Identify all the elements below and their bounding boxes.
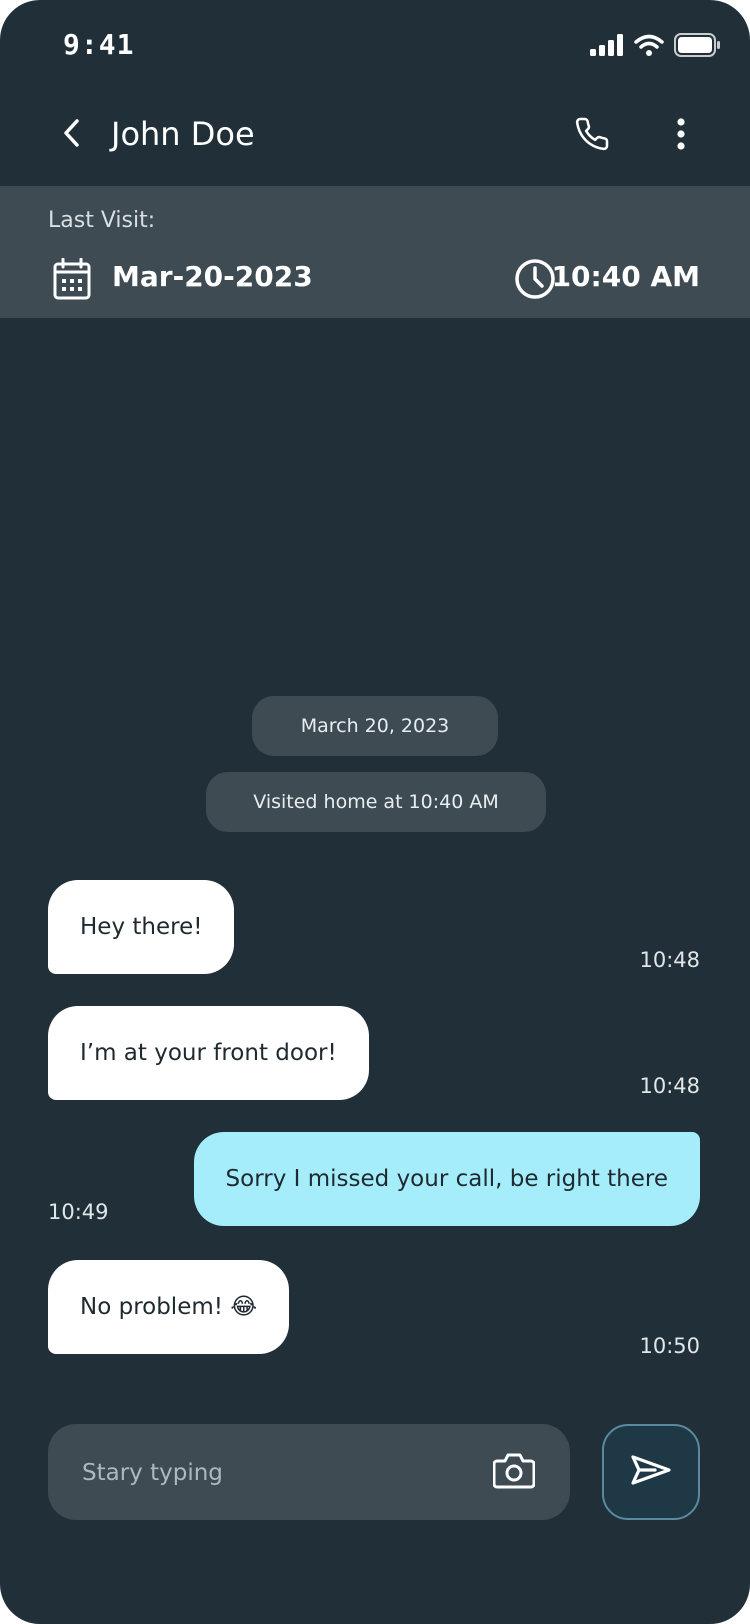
last-visit-label: Last Visit: <box>48 208 156 233</box>
last-visit-date: Mar-20-2023 <box>112 260 313 293</box>
chevron-left-icon <box>62 117 82 153</box>
last-visit-time: 10:40 AM <box>551 260 700 293</box>
chat-header: John Doe <box>0 90 750 186</box>
incoming-message: Hey there! <box>48 880 235 974</box>
contact-name: John Doe <box>111 115 255 153</box>
chat-screen: 9:41 John Doe Last Visit: Mar-20-2023 10… <box>0 0 750 1624</box>
clock-icon <box>514 258 556 304</box>
visit-event-notice: Visited home at 10:40 AM <box>206 772 546 832</box>
outgoing-message: Sorry I missed your call, be right there <box>193 1132 700 1226</box>
call-button[interactable] <box>570 110 614 162</box>
back-button[interactable] <box>56 114 88 156</box>
camera-button[interactable] <box>490 1448 538 1496</box>
calendar-icon <box>53 257 91 304</box>
status-bar: 9:41 <box>0 0 750 90</box>
more-options-button[interactable] <box>664 110 698 162</box>
last-visit-banner: Last Visit: Mar-20-2023 10:40 AM <box>0 186 750 318</box>
message-composer <box>48 1424 570 1522</box>
date-divider: March 20, 2023 <box>252 696 498 756</box>
battery-icon <box>674 33 720 61</box>
signal-icon <box>590 34 624 60</box>
send-button[interactable] <box>602 1424 700 1520</box>
wifi-icon <box>634 34 664 60</box>
phone-icon <box>574 116 610 156</box>
status-icons <box>590 33 720 61</box>
message-timestamp: 10:48 <box>639 948 700 972</box>
message-timestamp: 10:50 <box>639 1334 700 1358</box>
message-input[interactable] <box>80 1424 484 1522</box>
camera-icon <box>492 1451 536 1493</box>
status-time: 9:41 <box>63 28 135 61</box>
incoming-message: No problem! 😂 <box>48 1260 290 1354</box>
message-timestamp: 10:49 <box>48 1200 109 1224</box>
more-vertical-icon <box>676 118 686 154</box>
incoming-message: I’m at your front door! <box>48 1006 369 1100</box>
message-timestamp: 10:48 <box>639 1074 700 1098</box>
send-icon <box>631 1454 671 1490</box>
